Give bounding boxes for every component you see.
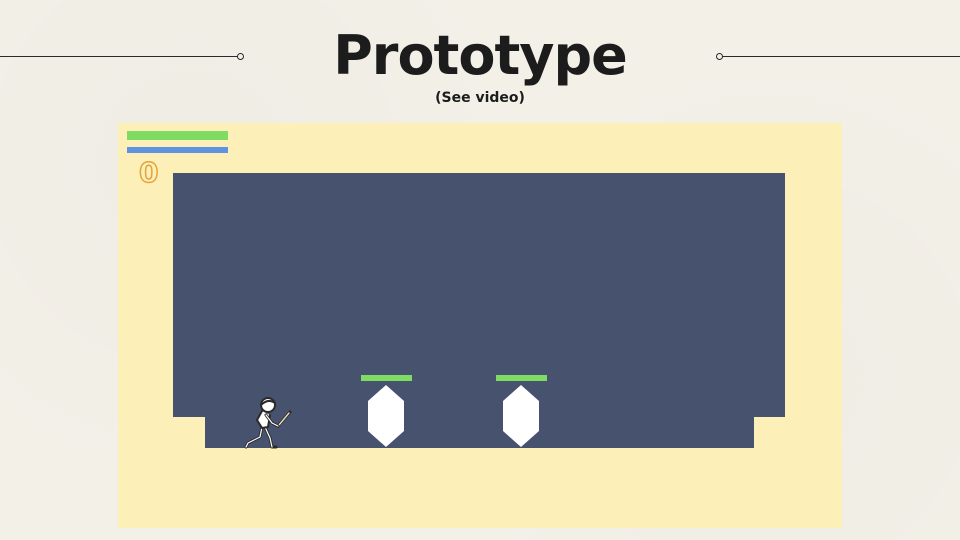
player-character bbox=[244, 397, 292, 449]
slide-title: Prototype bbox=[333, 24, 628, 87]
enemy-health-bar bbox=[496, 375, 547, 381]
score-counter: 0 bbox=[138, 155, 159, 190]
enemy-hexagon bbox=[368, 385, 404, 447]
player-mana-bar bbox=[127, 147, 228, 153]
arena bbox=[173, 173, 785, 448]
player-health-bar bbox=[127, 131, 228, 140]
slide-subtitle: (See video) bbox=[435, 90, 525, 106]
game-viewport[interactable]: 0 bbox=[118, 123, 842, 528]
enemy-health-bar bbox=[361, 375, 412, 381]
enemy-hexagon bbox=[503, 385, 539, 447]
